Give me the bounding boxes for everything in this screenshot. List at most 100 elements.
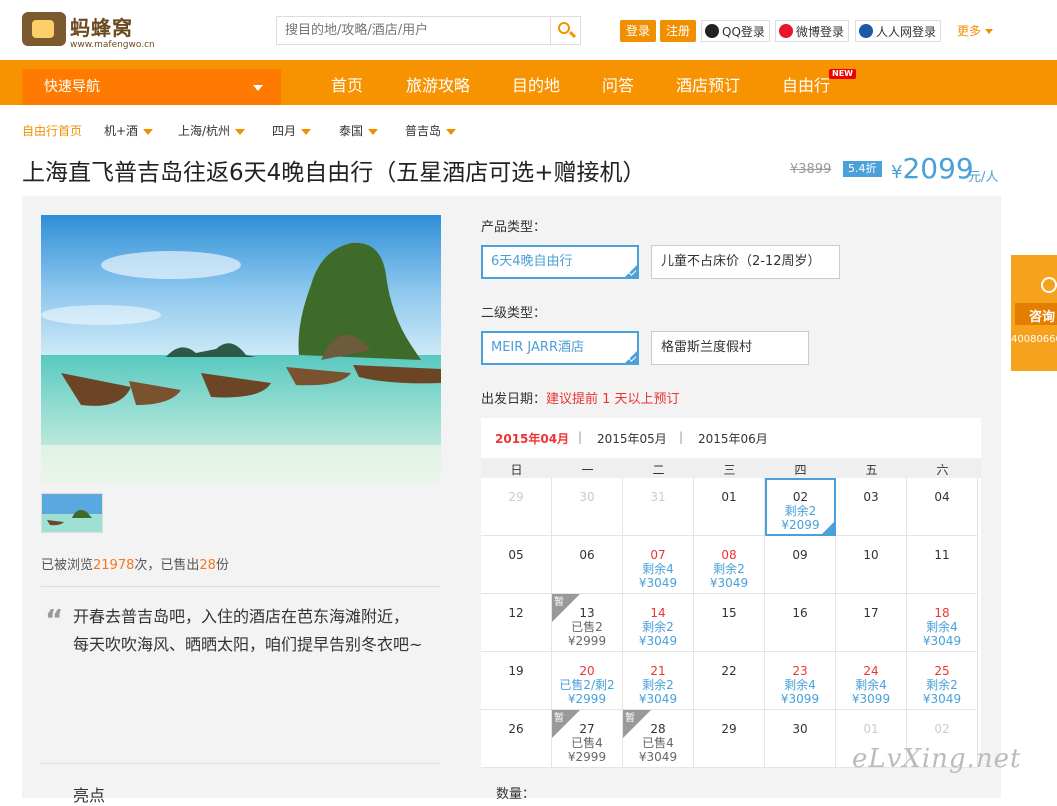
weekday-header: 日一二三四五六	[481, 458, 981, 478]
remaining-count: 剩余2	[642, 678, 674, 692]
nav-hotels[interactable]: 酒店预订	[676, 72, 740, 96]
nav-guides[interactable]: 旅游攻略	[406, 72, 470, 96]
calendar-day[interactable]: 23 剩余4 ¥3099	[765, 652, 836, 710]
departure-label-text: 出发日期：	[481, 392, 547, 407]
calendar-day[interactable]: 21 剩余2 ¥3049	[623, 652, 694, 710]
day-number: 08	[721, 548, 737, 562]
day-number: 20	[579, 664, 595, 678]
remaining-count: 已售4	[571, 736, 603, 750]
calendar-day: 29	[694, 710, 765, 768]
discount-badge: 5.4折	[843, 161, 882, 177]
calendar-day: 06	[552, 536, 623, 594]
views-prefix: 已被浏览	[41, 558, 94, 573]
search-input[interactable]	[277, 17, 551, 44]
breadcrumb-destination[interactable]: 普吉岛	[405, 122, 457, 139]
breadcrumb-free-travel[interactable]: 自由行首页	[22, 122, 82, 139]
day-number: 30	[792, 722, 808, 736]
remaining-count: 剩余4	[784, 678, 816, 692]
calendar-day-selected[interactable]: 02 剩余2 ¥2099	[765, 478, 836, 536]
day-price: ¥3049	[922, 692, 962, 706]
quick-nav-dropdown[interactable]: 快速导航	[22, 69, 281, 105]
calendar-day[interactable]: 暂 28 已售4 ¥3049	[623, 710, 694, 768]
register-button[interactable]: 注册	[660, 20, 697, 42]
month-tab-apr[interactable]: 2015年04月	[495, 430, 569, 447]
calendar-day: 16	[765, 594, 836, 652]
weekday-label: 五	[865, 463, 878, 477]
breadcrumb-month[interactable]: 四月	[272, 122, 312, 139]
product-main-photo[interactable]	[41, 215, 441, 483]
month-separator: |	[578, 430, 583, 444]
calendar-day[interactable]: 24 剩余4 ¥3099	[836, 652, 907, 710]
day-number: 17	[863, 606, 879, 620]
main-nav: 快速导航 首页 旅游攻略 目的地 问答 酒店预订 自由行	[0, 60, 1057, 105]
month-tab-jun[interactable]: 2015年06月	[698, 430, 768, 447]
calendar-day[interactable]: 暂 27 已售4 ¥2999	[552, 710, 623, 768]
remaining-count: 已售2/剩2	[559, 678, 615, 692]
logo-url: www.mafengwo.cn	[70, 40, 155, 50]
calendar-day[interactable]: 暂 13 已售2 ¥2999	[552, 594, 623, 652]
login-button[interactable]: 登录	[620, 20, 657, 42]
calendar-day: 03	[836, 478, 907, 536]
calendar-day: 30	[765, 710, 836, 768]
remaining-count: 已售4	[642, 736, 674, 750]
search-button[interactable]	[550, 17, 580, 44]
calendar-day[interactable]: 08 剩余2 ¥3049	[694, 536, 765, 594]
month-tab-may[interactable]: 2015年05月	[597, 430, 667, 447]
calendar-day[interactable]: 14 剩余2 ¥3049	[623, 594, 694, 652]
weibo-login-button[interactable]: 微博登录	[775, 20, 850, 42]
check-icon	[821, 521, 835, 535]
consult-sidebar[interactable]: 咨询 40080660 09	[1011, 255, 1057, 371]
weekday-label: 一	[581, 463, 594, 477]
nav-free-travel[interactable]: 自由行	[782, 72, 830, 96]
breadcrumb-departure[interactable]: 上海/杭州	[178, 122, 246, 139]
renren-login-button[interactable]: 人人网登录	[855, 20, 942, 42]
remaining-count: 剩余4	[855, 678, 887, 692]
thumbnail-image	[42, 494, 102, 532]
chevron-down-icon	[446, 128, 457, 135]
option-meir-jarr-hotel[interactable]: MEIR JARR酒店	[481, 331, 639, 365]
highlight-heading: 亮点	[73, 786, 106, 805]
option-graceland-resort[interactable]: 格雷斯兰度假村	[651, 331, 809, 365]
breadcrumb-label: 泰国	[339, 124, 364, 138]
top-bar: 蚂蜂窝 www.mafengwo.cn 登录 注册 QQ登录 微博登录 人人网登…	[0, 0, 1057, 60]
nav-qa[interactable]: 问答	[602, 72, 634, 96]
nav-destinations[interactable]: 目的地	[512, 72, 560, 96]
day-number: 16	[792, 606, 808, 620]
nav-home[interactable]: 首页	[331, 72, 363, 96]
remaining-count: 剩余2	[784, 504, 817, 518]
phone-icon	[1041, 277, 1057, 293]
day-price: ¥2999	[567, 634, 607, 648]
day-number: 01	[863, 722, 879, 736]
remaining-count: 剩余4	[926, 620, 958, 634]
remaining-count: 剩余2	[713, 562, 745, 576]
option-child-price[interactable]: 儿童不占床价（2-12周岁）	[651, 245, 840, 279]
day-number: 09	[792, 548, 808, 562]
day-number: 10	[863, 548, 879, 562]
weekday-label: 三	[723, 463, 736, 477]
chevron-down-icon	[253, 85, 263, 91]
site-logo[interactable]: 蚂蜂窝 www.mafengwo.cn	[22, 10, 155, 52]
calendar-day: 09	[765, 536, 836, 594]
photo-thumbnail[interactable]	[41, 493, 103, 533]
day-number: 06	[579, 548, 595, 562]
breadcrumb-country[interactable]: 泰国	[339, 122, 379, 139]
breadcrumb-flight-hotel[interactable]: 机+酒	[104, 122, 154, 139]
more-menu[interactable]: 更多	[957, 20, 994, 42]
calendar-day[interactable]: 18 剩余4 ¥3049	[907, 594, 978, 652]
qq-login-button[interactable]: QQ登录	[701, 20, 770, 42]
quote-icon: “	[45, 603, 64, 636]
month-separator: |	[679, 430, 684, 444]
weekday-label: 日	[510, 463, 523, 477]
calendar-day[interactable]: 20 已售2/剩2 ¥2999	[552, 652, 623, 710]
calendar-day[interactable]: 25 剩余2 ¥3049	[907, 652, 978, 710]
day-number: 26	[508, 722, 524, 736]
calendar-day[interactable]: 07 剩余4 ¥3049	[623, 536, 694, 594]
day-price: ¥3049	[709, 576, 749, 590]
divider	[41, 763, 441, 764]
price-value: 2099	[902, 152, 974, 185]
sold-suffix: 份	[215, 558, 229, 573]
option-6d4n[interactable]: 6天4晚自由行	[481, 245, 639, 279]
day-price: ¥3049	[638, 750, 678, 764]
day-number: 15	[721, 606, 737, 620]
price-unit: 元/人	[968, 170, 999, 185]
